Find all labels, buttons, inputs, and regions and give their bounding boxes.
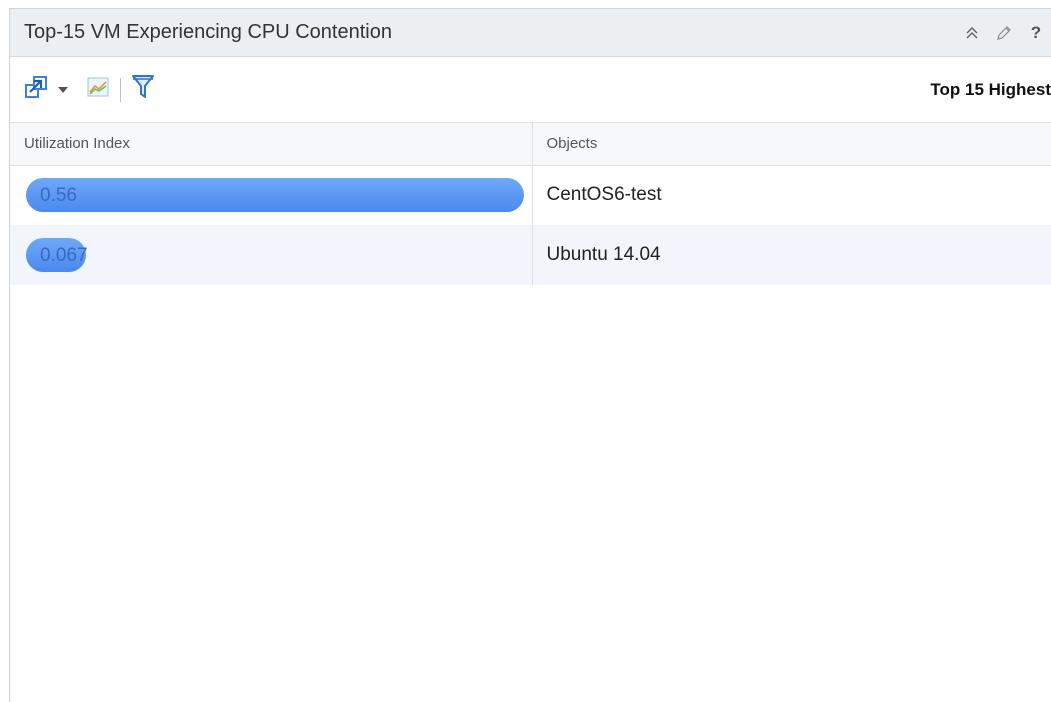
widget-panel: Top-15 VM Experiencing CPU Contention ?: [9, 8, 1051, 702]
object-name[interactable]: Ubuntu 14.04: [532, 225, 1051, 285]
export-icon: [24, 74, 50, 105]
title-actions: ?: [963, 23, 1051, 42]
export-button[interactable]: [24, 74, 68, 105]
chart-button[interactable]: [86, 75, 110, 104]
grid-header-row: Utilization Index Objects: [10, 123, 1051, 166]
edit-icon[interactable]: [995, 24, 1013, 42]
column-header-objects[interactable]: Objects: [532, 123, 1051, 166]
column-header-utilization-index[interactable]: Utilization Index: [10, 123, 533, 166]
table-row[interactable]: 0.56 CentOS6-test: [10, 165, 1051, 225]
table-row[interactable]: 0.067 Ubuntu 14.04: [10, 225, 1051, 285]
toolbar-separator: [120, 77, 121, 102]
filter-icon: [131, 73, 155, 106]
utilization-cell: 0.56: [10, 165, 533, 225]
widget-titlebar: Top-15 VM Experiencing CPU Contention ?: [10, 9, 1051, 57]
chart-icon: [86, 75, 110, 104]
utilization-bar-track: 0.067: [26, 238, 524, 272]
widget-title: Top-15 VM Experiencing CPU Contention: [24, 21, 392, 43]
object-name[interactable]: CentOS6-test: [532, 165, 1051, 225]
data-grid: Utilization Index Objects 0.56 CentOS6-t…: [10, 123, 1051, 285]
utilization-value: 0.56: [40, 185, 77, 207]
filter-button[interactable]: [131, 73, 155, 106]
utilization-cell: 0.067: [10, 225, 533, 285]
utilization-bar: [26, 178, 524, 213]
collapse-icon[interactable]: [963, 24, 981, 42]
help-icon[interactable]: ?: [1027, 23, 1045, 42]
widget-toolbar: Top 15 Highest: [10, 57, 1051, 123]
dropdown-caret-icon: [58, 81, 68, 99]
top-n-label[interactable]: Top 15 Highest: [930, 57, 1051, 123]
utilization-bar-track: 0.56: [26, 178, 524, 213]
utilization-value: 0.067: [40, 245, 88, 266]
